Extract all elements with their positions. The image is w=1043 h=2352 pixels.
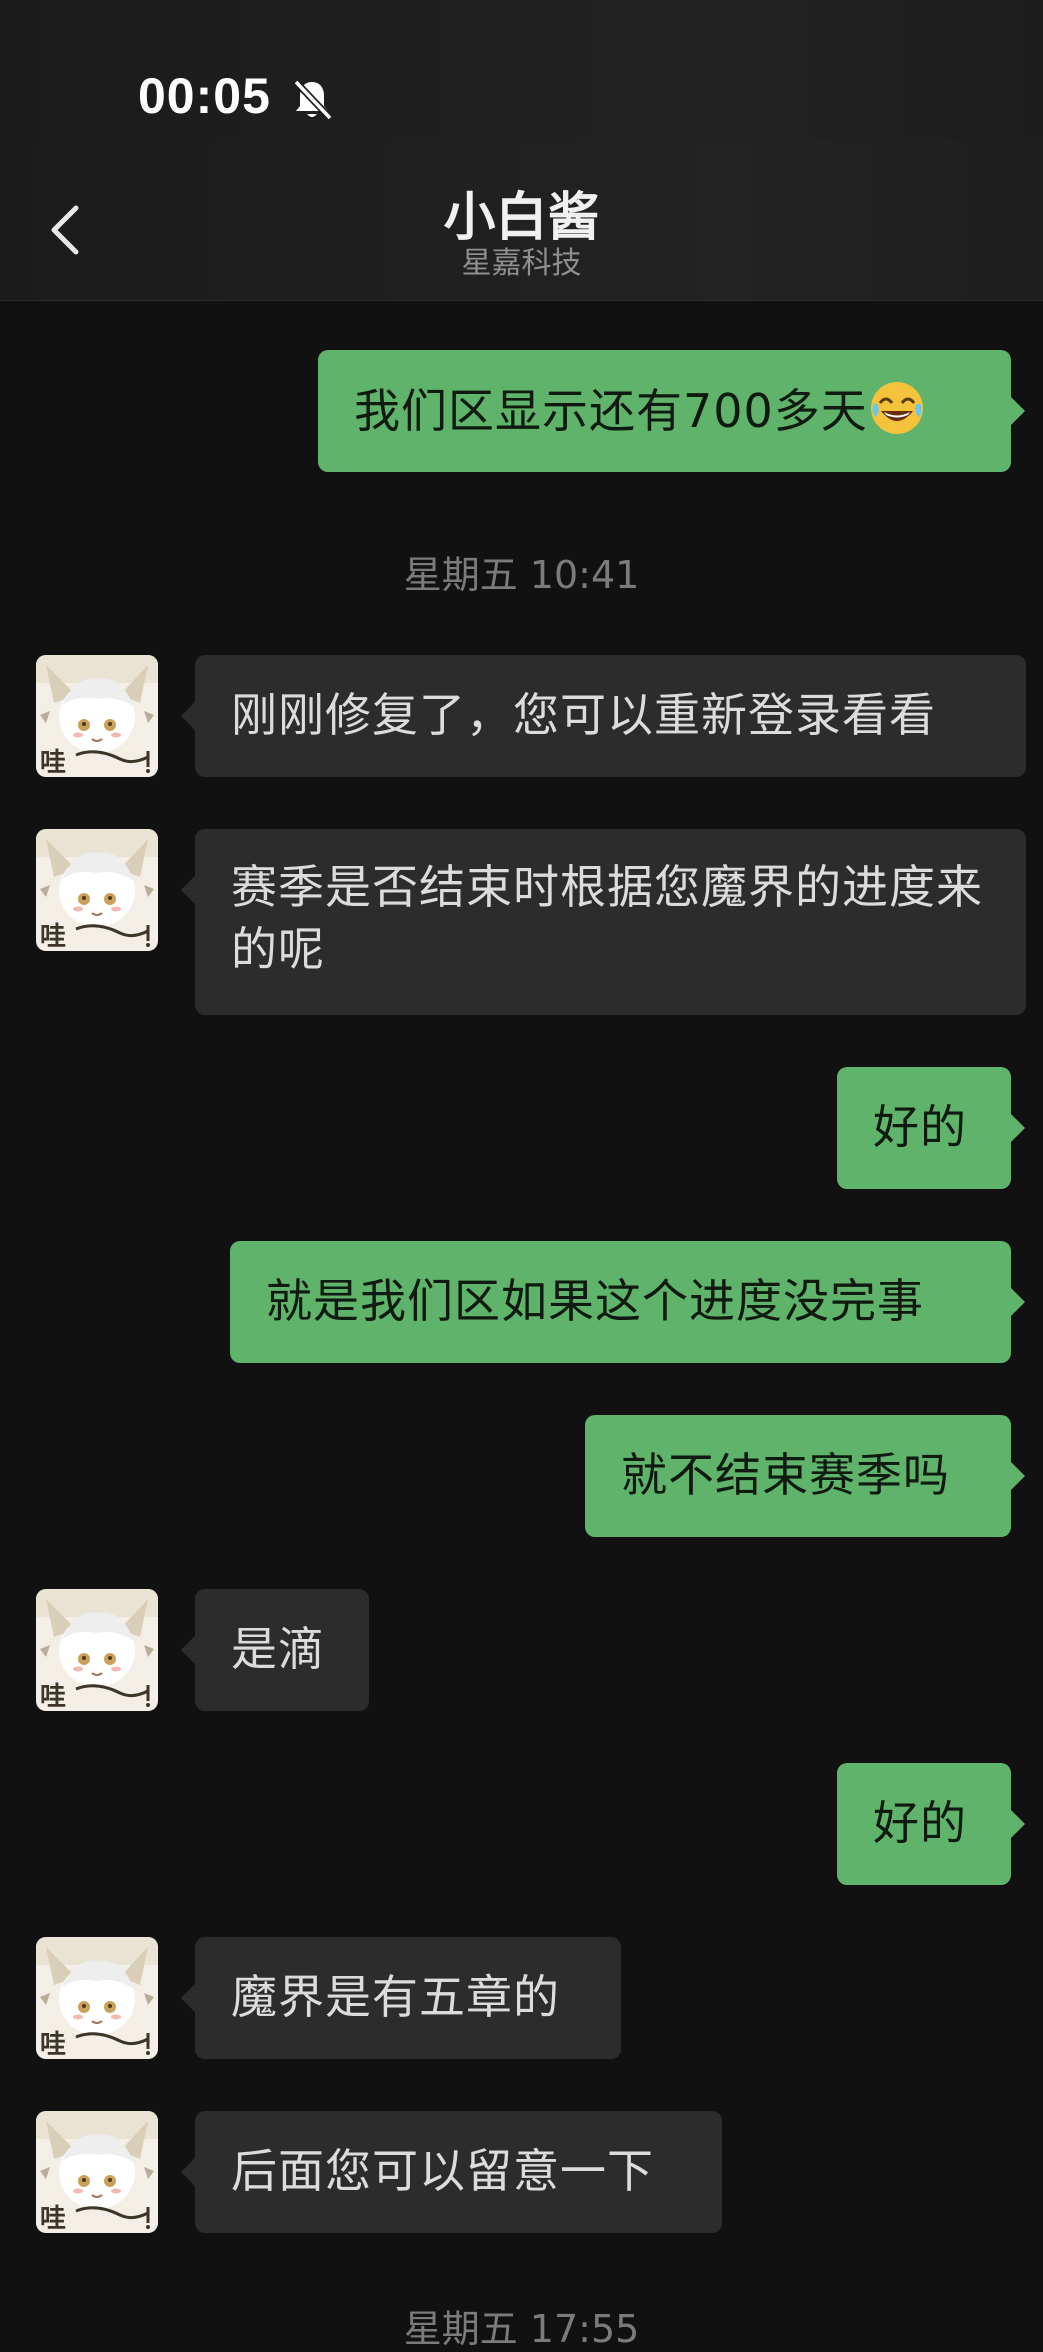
incoming-message[interactable]: 刚刚修复了，您可以重新登录看看: [195, 655, 1026, 777]
incoming-message[interactable]: 赛季是否结束时根据您魔界的进度来的呢: [195, 829, 1026, 1015]
outgoing-message[interactable]: 就不结束赛季吗: [585, 1415, 1011, 1537]
status-time: 00:05: [138, 68, 271, 124]
message-text: 魔界是有五章的: [231, 1970, 560, 2024]
avatar[interactable]: [36, 2111, 158, 2233]
message-text: 刚刚修复了，您可以重新登录看看: [231, 688, 936, 742]
avatar[interactable]: [36, 1937, 158, 2059]
message-text: 就是我们区如果这个进度没完事: [266, 1274, 924, 1328]
incoming-message[interactable]: 是滴: [195, 1589, 369, 1711]
bubble-tail: [181, 702, 195, 730]
incoming-message[interactable]: 后面您可以留意一下: [195, 2111, 722, 2233]
message-text: 赛季是否结束时根据您魔界的进度来的呢: [231, 860, 983, 976]
outgoing-message[interactable]: 就是我们区如果这个进度没完事: [230, 1241, 1011, 1363]
anime-avatar-icon: [36, 655, 158, 777]
message-text: 后面您可以留意一下: [231, 2144, 654, 2198]
message-text: 好的: [873, 1100, 967, 1154]
avatar[interactable]: [36, 655, 158, 777]
message-text: 我们区显示还有700多天: [354, 384, 868, 438]
bubble-tail: [1011, 1114, 1025, 1142]
tears-of-joy-emoji-icon: [868, 379, 926, 452]
outgoing-message[interactable]: 好的: [837, 1067, 1011, 1189]
anime-avatar-icon: [36, 829, 158, 951]
anime-avatar-icon: [36, 1589, 158, 1711]
bubble-tail: [1011, 397, 1025, 425]
outgoing-message[interactable]: 我们区显示还有700多天: [318, 350, 1011, 472]
chat-subtitle: 星嘉科技: [461, 246, 582, 281]
bubble-tail: [181, 1636, 195, 1664]
timestamp: 星期五 10:41: [403, 553, 640, 597]
bell-slash-icon: [290, 78, 334, 122]
outgoing-message[interactable]: 好的: [837, 1763, 1011, 1885]
chat-header: 小白酱 星嘉科技: [0, 140, 1043, 301]
timestamp: 星期五 17:55: [403, 2307, 640, 2351]
message-text: 是滴: [231, 1622, 325, 1676]
avatar[interactable]: [36, 1589, 158, 1711]
status-bar: 00:05: [0, 0, 1043, 140]
anime-avatar-icon: [36, 2111, 158, 2233]
bubble-tail: [181, 1984, 195, 2012]
chat-title: 小白酱: [443, 188, 600, 248]
anime-avatar-icon: [36, 1937, 158, 2059]
bubble-tail: [181, 2158, 195, 2186]
bubble-tail: [181, 876, 195, 904]
bubble-tail: [1011, 1462, 1025, 1490]
bubble-tail: [1011, 1810, 1025, 1838]
incoming-message[interactable]: 魔界是有五章的: [195, 1937, 621, 2059]
message-text: 好的: [873, 1796, 967, 1850]
bubble-tail: [1011, 1288, 1025, 1316]
message-text: 就不结束赛季吗: [621, 1448, 950, 1502]
avatar[interactable]: [36, 829, 158, 951]
